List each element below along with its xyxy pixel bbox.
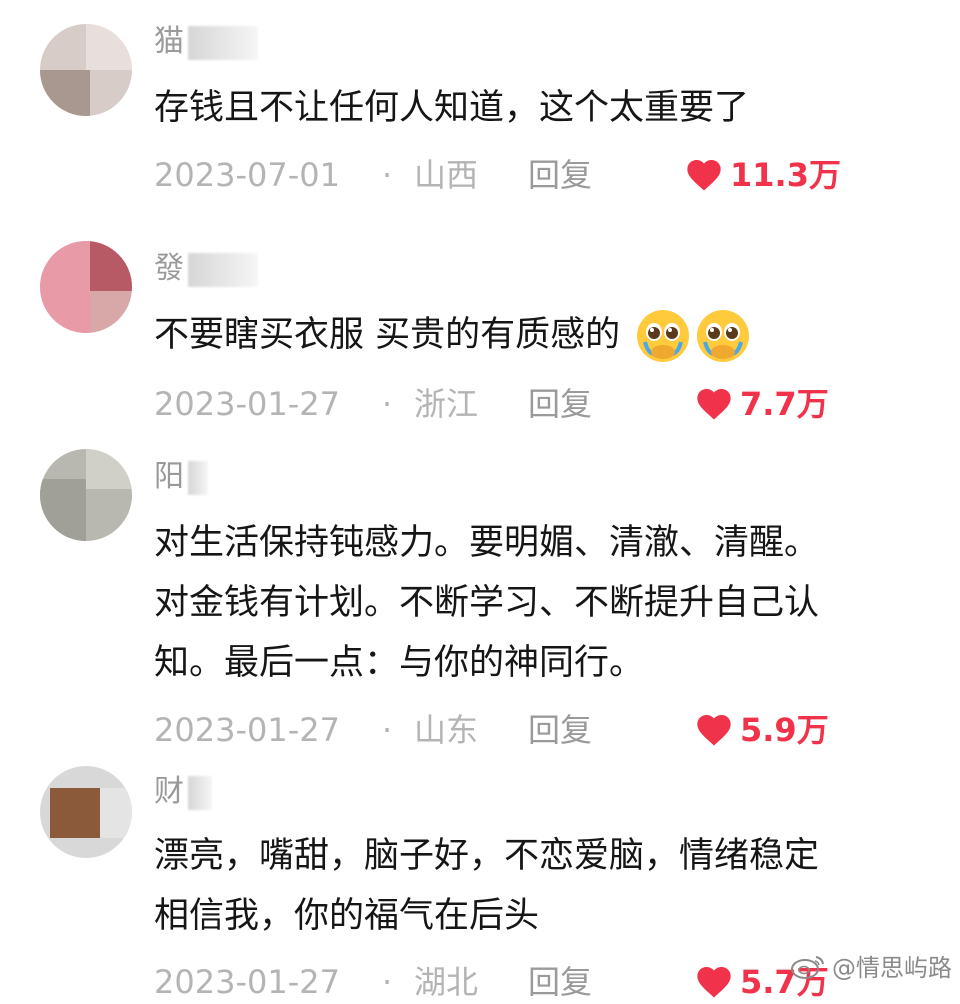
pleading-face-emoji-icon bbox=[697, 310, 750, 362]
reply-button[interactable]: 回复 bbox=[528, 960, 592, 1004]
like-count: 7.7万 bbox=[740, 385, 829, 423]
comment-location: 湖北 bbox=[414, 963, 479, 1001]
watermark: @情思屿路 bbox=[790, 948, 952, 983]
username[interactable]: 猫 bbox=[154, 22, 258, 62]
like-button[interactable]: 5.9万 bbox=[694, 708, 829, 752]
comment-date: 2023-07-01 bbox=[154, 156, 340, 194]
meta-separator: · bbox=[382, 156, 393, 194]
comment-item: 阳 对生活保持钝感力。要明媚、清澈、清醒。 对金钱有计划。不断学习、不断提升自己… bbox=[0, 445, 960, 760]
heart-icon bbox=[697, 715, 731, 746]
like-count: 5.9万 bbox=[740, 711, 829, 749]
heart-icon bbox=[687, 160, 721, 191]
heart-icon bbox=[697, 389, 731, 420]
reply-button[interactable]: 回复 bbox=[528, 382, 592, 426]
comment-item: 發 不要瞎买衣服 买贵的有质感的 2023-01-27 · 浙江 回复 7.7万 bbox=[0, 225, 960, 445]
avatar[interactable] bbox=[40, 24, 132, 116]
avatar[interactable] bbox=[40, 766, 132, 858]
comment-item: 猫 存钱且不让任何人知道，这个太重要了 2023-07-01 · 山西 回复 1… bbox=[0, 0, 960, 225]
avatar[interactable] bbox=[40, 241, 132, 333]
meta-separator: · bbox=[382, 963, 393, 1001]
comment-date: 2023-01-27 bbox=[154, 963, 340, 1001]
like-button[interactable]: 7.7万 bbox=[694, 382, 829, 426]
watermark-text: @情思屿路 bbox=[832, 954, 952, 982]
weibo-icon bbox=[791, 955, 824, 979]
comment-text: 不要瞎买衣服 买贵的有质感的 bbox=[154, 305, 751, 365]
meta-separator: · bbox=[382, 711, 393, 749]
like-count: 11.3万 bbox=[730, 156, 841, 194]
reply-button[interactable]: 回复 bbox=[528, 708, 592, 752]
username[interactable]: 阳 bbox=[154, 457, 208, 497]
comment-text: 漂亮，嘴甜，脑子好，不恋爱脑，情绪稳定 相信我，你的福气在后头 bbox=[154, 836, 820, 936]
comment-location: 山东 bbox=[414, 711, 479, 749]
comment-date: 2023-01-27 bbox=[154, 711, 340, 749]
comment-text: 对生活保持钝感力。要明媚、清澈、清醒。 对金钱有计划。不断学习、不断提升自己认 … bbox=[154, 523, 820, 683]
pleading-face-emoji-icon bbox=[637, 310, 690, 362]
like-button[interactable]: 11.3万 bbox=[684, 153, 841, 197]
comment-location: 浙江 bbox=[414, 385, 479, 423]
meta-separator: · bbox=[382, 385, 393, 423]
avatar[interactable] bbox=[40, 449, 132, 541]
reply-button[interactable]: 回复 bbox=[528, 153, 592, 197]
comment-text: 存钱且不让任何人知道，这个太重要了 bbox=[154, 88, 750, 128]
comment-location: 山西 bbox=[414, 156, 479, 194]
username[interactable]: 财 bbox=[154, 772, 212, 812]
username[interactable]: 發 bbox=[154, 249, 258, 289]
comment-date: 2023-01-27 bbox=[154, 385, 340, 423]
heart-icon bbox=[697, 967, 731, 998]
